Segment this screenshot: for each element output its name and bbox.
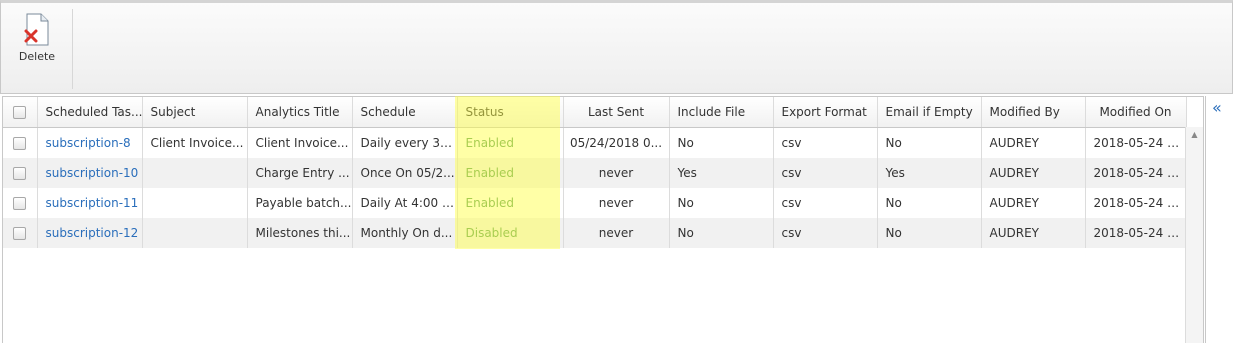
- include-file-cell: No: [669, 188, 774, 218]
- column-header-analytics-title[interactable]: Analytics Title: [247, 97, 353, 128]
- export-format-cell: csv: [773, 158, 878, 188]
- double-chevron-left-icon[interactable]: «: [1212, 98, 1222, 117]
- last-sent-cell: 05/24/2018 0...: [563, 127, 670, 158]
- subject-cell: [142, 158, 248, 188]
- scheduled-task-link[interactable]: subscription-11: [37, 188, 143, 218]
- vertical-scrollbar[interactable]: ▲: [1185, 127, 1203, 343]
- table-row[interactable]: subscription-8 Client Invoice... Client …: [3, 127, 1187, 158]
- document-delete-icon: [24, 13, 49, 46]
- row-checkbox[interactable]: [13, 197, 27, 210]
- toolbar: Delete: [0, 0, 1233, 94]
- row-checkbox-cell[interactable]: [3, 218, 38, 248]
- modified-by-cell: AUDREY: [981, 127, 1086, 158]
- row-checkbox[interactable]: [13, 227, 27, 240]
- row-checkbox-cell[interactable]: [3, 127, 38, 158]
- delete-button[interactable]: Delete: [13, 11, 63, 71]
- row-checkbox-cell[interactable]: [3, 158, 38, 188]
- delete-label: Delete: [18, 50, 56, 63]
- column-header-scheduled-task[interactable]: Scheduled Tas...: [37, 97, 143, 128]
- analytics-title-cell: Payable batch...: [247, 188, 353, 218]
- subscriptions-grid: Scheduled Tas... Subject Analytics Title…: [2, 96, 1204, 343]
- export-format-cell: csv: [773, 127, 878, 158]
- row-checkbox[interactable]: [13, 137, 27, 150]
- scheduled-task-link[interactable]: subscription-8: [37, 127, 143, 158]
- modified-on-cell: 2018-05-24 1...: [1085, 127, 1187, 158]
- export-format-cell: csv: [773, 188, 878, 218]
- subject-cell: [142, 218, 248, 248]
- schedule-cell: Monthly On d...: [352, 218, 458, 248]
- column-header-status[interactable]: Status: [457, 97, 564, 128]
- analytics-title-cell: Charge Entry ...: [247, 158, 353, 188]
- status-cell: Enabled: [457, 127, 564, 158]
- last-sent-cell: never: [563, 218, 670, 248]
- toolbar-divider: [72, 9, 73, 89]
- analytics-title-cell: Client Invoice...: [247, 127, 353, 158]
- row-checkbox-cell[interactable]: [3, 188, 38, 218]
- modified-on-cell: 2018-05-24 1...: [1085, 188, 1187, 218]
- column-header-subject[interactable]: Subject: [142, 97, 248, 128]
- column-header-modified-by[interactable]: Modified By: [981, 97, 1086, 128]
- scheduled-task-link[interactable]: subscription-10: [37, 158, 143, 188]
- export-format-cell: csv: [773, 218, 878, 248]
- modified-on-cell: 2018-05-24 1...: [1085, 218, 1187, 248]
- column-header-email-if-empty[interactable]: Email if Empty: [877, 97, 982, 128]
- row-checkbox[interactable]: [13, 167, 27, 180]
- include-file-cell: Yes: [669, 158, 774, 188]
- table-row[interactable]: subscription-10 Charge Entry ... Once On…: [3, 158, 1187, 188]
- select-all-checkbox-cell[interactable]: [3, 97, 38, 128]
- last-sent-cell: never: [563, 188, 670, 218]
- grid-table: Scheduled Tas... Subject Analytics Title…: [3, 97, 1187, 248]
- side-panel: «: [1205, 96, 1236, 343]
- column-header-last-sent[interactable]: Last Sent: [563, 97, 670, 128]
- subject-cell: Client Invoice...: [142, 127, 248, 158]
- column-header-modified-on[interactable]: Modified On: [1085, 97, 1187, 128]
- schedule-cell: Daily every 3h...: [352, 127, 458, 158]
- column-header-include-file[interactable]: Include File: [669, 97, 774, 128]
- include-file-cell: No: [669, 218, 774, 248]
- column-header-schedule[interactable]: Schedule: [352, 97, 458, 128]
- column-header-export-format[interactable]: Export Format: [773, 97, 878, 128]
- schedule-cell: Daily At 4:00 p...: [352, 188, 458, 218]
- email-if-empty-cell: No: [877, 188, 982, 218]
- include-file-cell: No: [669, 127, 774, 158]
- status-cell: Disabled: [457, 218, 564, 248]
- last-sent-cell: never: [563, 158, 670, 188]
- modified-by-cell: AUDREY: [981, 188, 1086, 218]
- status-cell: Enabled: [457, 188, 564, 218]
- email-if-empty-cell: Yes: [877, 158, 982, 188]
- scroll-up-arrow-icon[interactable]: ▲: [1186, 129, 1203, 141]
- status-cell: Enabled: [457, 158, 564, 188]
- header-row: Scheduled Tas... Subject Analytics Title…: [3, 97, 1187, 128]
- schedule-cell: Once On 05/2...: [352, 158, 458, 188]
- modified-by-cell: AUDREY: [981, 218, 1086, 248]
- analytics-title-cell: Milestones thi...: [247, 218, 353, 248]
- subject-cell: [142, 188, 248, 218]
- select-all-checkbox[interactable]: [13, 106, 27, 119]
- modified-on-cell: 2018-05-24 1...: [1085, 158, 1187, 188]
- table-row[interactable]: subscription-12 Milestones thi... Monthl…: [3, 218, 1187, 248]
- scheduled-task-link[interactable]: subscription-12: [37, 218, 143, 248]
- table-row[interactable]: subscription-11 Payable batch... Daily A…: [3, 188, 1187, 218]
- email-if-empty-cell: No: [877, 218, 982, 248]
- email-if-empty-cell: No: [877, 127, 982, 158]
- modified-by-cell: AUDREY: [981, 158, 1086, 188]
